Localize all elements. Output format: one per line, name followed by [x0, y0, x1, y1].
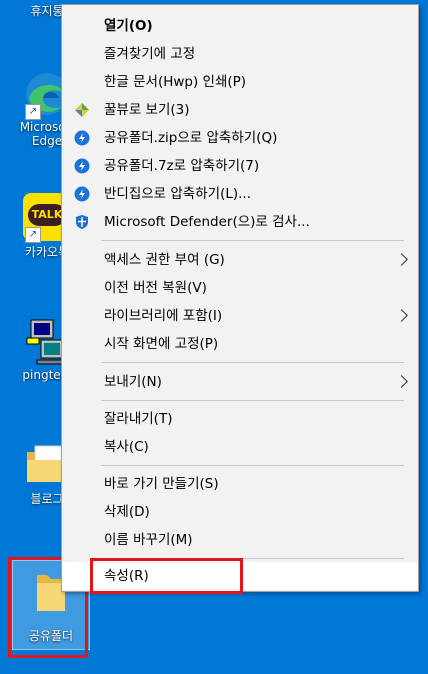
menu-item-label: 시작 화면에 고정(P) — [104, 336, 219, 352]
menu-item-label: Microsoft Defender(으)로 검사... — [104, 214, 310, 230]
menu-separator — [101, 465, 404, 466]
menu-item-7z-compress[interactable]: 공유폴더.7z로 압축하기(7) — [62, 152, 418, 180]
bandizip-icon — [74, 186, 90, 202]
menu-item-label: 꿀뷰로 보기(3) — [104, 102, 190, 118]
menu-item-grant-access[interactable]: 액세스 권한 부여 (G) — [62, 246, 418, 274]
shortcut-arrow-icon: ↗ — [25, 104, 41, 120]
menu-item-label: 삭제(D) — [104, 504, 150, 520]
menu-item-label: 보내기(N) — [104, 374, 162, 390]
menu-item-label: 바로 가기 만들기(S) — [104, 476, 219, 492]
honeyview-icon — [75, 103, 89, 117]
menu-separator — [101, 400, 404, 401]
menu-item-send-to[interactable]: 보내기(N) — [62, 368, 418, 396]
menu-item-label: 공유폴더.zip으로 압축하기(Q) — [104, 130, 278, 146]
menu-item-open[interactable]: 열기(O) — [62, 12, 418, 40]
menu-item-cut[interactable]: 잘라내기(T) — [62, 405, 418, 433]
menu-item-label: 반디집으로 압축하기(L)... — [104, 186, 251, 202]
menu-item-bandizip-compress[interactable]: 반디집으로 압축하기(L)... — [62, 180, 418, 208]
menu-item-label: 라이브러리에 포함(I) — [104, 308, 223, 324]
chevron-right-icon — [395, 309, 408, 322]
menu-item-pin-quick-access[interactable]: 즐겨찾기에 고정 — [62, 40, 418, 68]
menu-separator — [101, 362, 404, 363]
shortcut-arrow-icon: ↗ — [25, 227, 41, 243]
menu-item-rename[interactable]: 이름 바꾸기(M) — [62, 526, 418, 554]
defender-shield-icon — [76, 215, 88, 229]
menu-item-pin-start[interactable]: 시작 화면에 고정(P) — [62, 330, 418, 358]
menu-item-copy[interactable]: 복사(C) — [62, 433, 418, 461]
menu-item-label: 한글 문서(Hwp) 인쇄(P) — [104, 74, 247, 90]
bandizip-icon — [74, 158, 90, 174]
menu-item-label: 공유폴더.7z로 압축하기(7) — [104, 158, 260, 174]
menu-item-include-library[interactable]: 라이브러리에 포함(I) — [62, 302, 418, 330]
menu-item-label: 이전 버전 복원(V) — [104, 280, 207, 296]
highlight-box-properties — [90, 558, 243, 594]
menu-item-create-shortcut[interactable]: 바로 가기 만들기(S) — [62, 470, 418, 498]
bandizip-icon — [74, 130, 90, 146]
menu-item-label: 이름 바꾸기(M) — [104, 532, 193, 548]
menu-item-hwp-print[interactable]: 한글 문서(Hwp) 인쇄(P) — [62, 68, 418, 96]
menu-item-zip-compress[interactable]: 공유폴더.zip으로 압축하기(Q) — [62, 124, 418, 152]
menu-item-defender-scan[interactable]: Microsoft Defender(으)로 검사... — [62, 208, 418, 236]
menu-item-restore-versions[interactable]: 이전 버전 복원(V) — [62, 274, 418, 302]
menu-item-label: 열기(O) — [104, 18, 153, 34]
menu-item-label: 잘라내기(T) — [104, 411, 173, 427]
menu-item-delete[interactable]: 삭제(D) — [62, 498, 418, 526]
menu-separator — [101, 240, 404, 241]
menu-item-label: 액세스 권한 부여 (G) — [104, 252, 225, 268]
menu-item-label: 복사(C) — [104, 439, 149, 455]
chevron-right-icon — [395, 375, 408, 388]
context-menu: 열기(O) 즐겨찾기에 고정 한글 문서(Hwp) 인쇄(P) 꿀뷰로 보기(3… — [61, 4, 419, 592]
chevron-right-icon — [395, 253, 408, 266]
menu-item-honeyview[interactable]: 꿀뷰로 보기(3) — [62, 96, 418, 124]
menu-item-label: 즐겨찾기에 고정 — [104, 46, 196, 62]
